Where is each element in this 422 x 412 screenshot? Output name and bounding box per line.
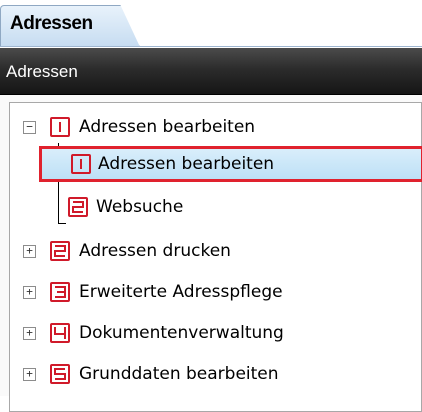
- tree-view[interactable]: − Adressen bearbeiten Adressen bearbeite…: [9, 102, 422, 412]
- tree-area: − Adressen bearbeiten Adressen bearbeite…: [0, 95, 422, 412]
- number-1-icon: [50, 117, 70, 137]
- tree-connector-branch: [58, 223, 66, 224]
- expand-icon[interactable]: +: [23, 245, 36, 258]
- tree-item-label: Grunddaten bearbeiten: [79, 364, 279, 384]
- tree-item-label: Adressen drucken: [79, 241, 231, 261]
- tree-item-label: Adressen bearbeiten: [98, 154, 275, 174]
- expand-icon[interactable]: +: [23, 368, 36, 381]
- tab-strip: Adressen: [0, 0, 422, 48]
- number-2-icon: [68, 197, 88, 217]
- tree-item-label: Adressen bearbeiten: [79, 117, 256, 137]
- tab-adressen-label: Adressen: [10, 13, 93, 34]
- tree-item-adressen-bearbeiten-child[interactable]: Adressen bearbeiten: [39, 146, 422, 182]
- number-5-icon: [50, 364, 70, 384]
- tree-item-websuche[interactable]: Websuche: [10, 191, 410, 223]
- number-2-icon: [50, 241, 70, 261]
- number-1-icon: [71, 154, 91, 174]
- collapse-icon[interactable]: −: [23, 121, 36, 134]
- tree-item-dokumentenverwaltung[interactable]: + Dokumentenverwaltung: [10, 317, 410, 349]
- tab-strip-baseline: [0, 46, 422, 47]
- tree-item-grunddaten-bearbeiten[interactable]: + Grunddaten bearbeiten: [10, 358, 410, 390]
- expand-icon[interactable]: +: [23, 286, 36, 299]
- panel-title: Adressen: [6, 62, 78, 81]
- tree-item-adressen-bearbeiten[interactable]: − Adressen bearbeiten: [10, 111, 410, 143]
- tree-item-label: Websuche: [96, 197, 184, 217]
- tree-item-label: Dokumentenverwaltung: [79, 323, 284, 343]
- tree-item-label: Erweiterte Adresspflege: [79, 282, 283, 302]
- tree-item-adressen-drucken[interactable]: + Adressen drucken: [10, 235, 410, 267]
- tree-item-erweiterte-adresspflege[interactable]: + Erweiterte Adresspflege: [10, 276, 410, 308]
- number-3-icon: [50, 282, 70, 302]
- panel-header: Adressen: [0, 48, 422, 95]
- expand-icon[interactable]: +: [23, 327, 36, 340]
- number-4-icon: [50, 323, 70, 343]
